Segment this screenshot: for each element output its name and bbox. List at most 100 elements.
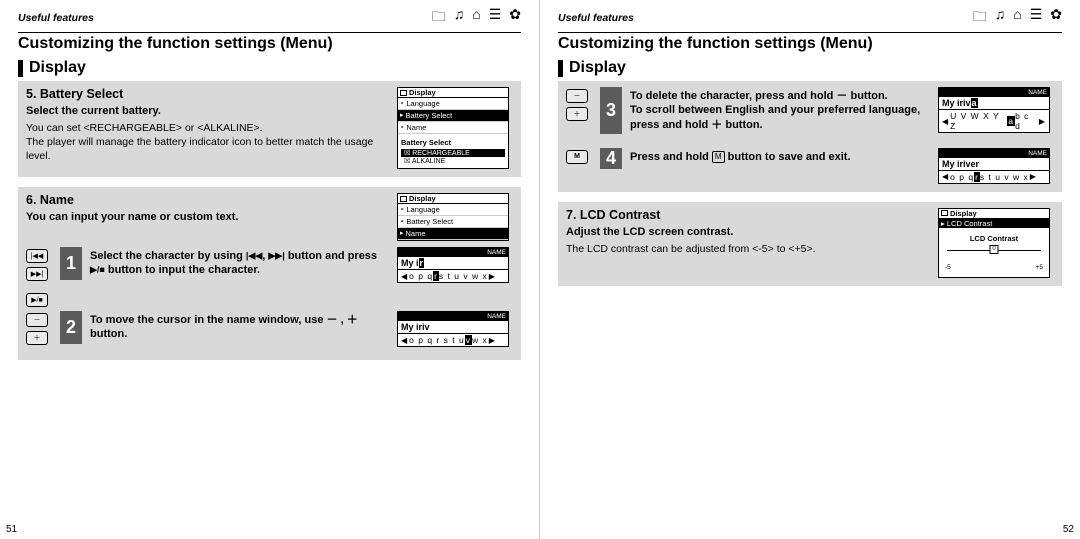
name-subtitle: You can input your name or custom text.	[26, 211, 387, 223]
cursor: r	[419, 258, 425, 268]
lcd-label: NAME	[398, 312, 508, 321]
heading-text: Display	[29, 59, 86, 77]
music-icon: ♫	[995, 6, 1006, 30]
section-name: 6. Name You can input your name or custo…	[18, 187, 521, 360]
lcd-header: Display	[409, 88, 436, 97]
step4-row: M 4 Press and hold M button to save and …	[566, 148, 1054, 184]
step-text: To delete the character, press and hold …	[630, 87, 930, 134]
left-arrow-icon: ◀	[401, 336, 408, 345]
display-icon	[400, 90, 407, 96]
plus-button[interactable]: ＋	[566, 107, 588, 121]
page-title: Customizing the function settings (Menu)	[18, 35, 521, 53]
step-text: Select the character by using |◀◀, ▶▶| b…	[90, 247, 389, 280]
right-arrow-icon: ▶	[1039, 117, 1046, 126]
hl-char: r	[433, 271, 439, 281]
cursor: a	[971, 98, 978, 108]
gauge-max: +5	[1036, 264, 1043, 271]
m-button[interactable]: M	[566, 150, 588, 164]
value: My iriver	[942, 159, 979, 169]
section-battery-select: 5. Battery Select Select the current bat…	[18, 81, 521, 177]
step-number: 2	[60, 311, 82, 344]
prev-button[interactable]: |◀◀	[26, 249, 48, 263]
top-icons: 🗀 ♫ ⌂ ☰ ✿	[432, 6, 521, 30]
lcd-sub-item: RECHARGEABLE	[412, 150, 470, 157]
contrast-title: 7. LCD Contrast	[566, 208, 928, 222]
step1-row: |◀◀ ▶▶| ▶/■ 1 Select the character by us…	[26, 247, 513, 307]
lcd-item: Language	[406, 98, 439, 109]
gear-icon: ✿	[1050, 6, 1062, 30]
top-bar: Useful features 🗀 ♫ ⌂ ☰ ✿	[18, 6, 521, 33]
contrast-subtitle: Adjust the LCD screen contrast.	[566, 226, 928, 238]
page-number: 51	[6, 524, 17, 535]
top-icons: 🗀 ♫ ⌂ ☰ ✿	[973, 6, 1062, 30]
step1-lcd: NAME My ir ◀ o p q r s t u v w x ▶	[397, 247, 509, 283]
step2-lcd: NAME My iriv ◀ o p q r s t u v w x ▶	[397, 311, 509, 347]
lcd-header: Display	[950, 209, 977, 218]
step-4: 4 Press and hold M button to save and ex…	[600, 148, 930, 169]
lcd-header: Display	[409, 194, 436, 203]
lcd-item: Battery Select	[406, 110, 453, 121]
minus-button[interactable]: －	[566, 89, 588, 103]
lcd-item: Name	[406, 122, 426, 133]
gauge-title: LCD Contrast	[943, 234, 1045, 243]
list-icon: ☰	[489, 6, 502, 30]
lcd-item: Name	[406, 228, 426, 239]
text: Press and hold	[630, 151, 712, 163]
lcd-sub-title: Battery Select	[401, 138, 505, 147]
value-prefix: My iriv	[401, 322, 430, 332]
step2-row: － ＋ 2 To move the cursor in the name win…	[26, 311, 513, 352]
section-lcd-contrast: 7. LCD Contrast Adjust the LCD screen co…	[558, 202, 1062, 286]
text: button to save and exit.	[725, 151, 851, 163]
left-arrow-icon: ◀	[942, 172, 949, 181]
battery-body1: You can set <RECHARGEABLE> or <ALKALINE>…	[26, 121, 387, 135]
folder-icon: 🗀	[973, 6, 987, 30]
gear-icon: ✿	[509, 6, 521, 30]
minus-symbol: －	[836, 90, 847, 102]
text: To move the cursor in the name window, u…	[90, 314, 327, 326]
text: To scroll between English and your prefe…	[630, 104, 920, 130]
step-3: 3 To delete the character, press and hol…	[600, 87, 930, 134]
text: button and press	[285, 250, 377, 262]
folder-icon: 🗀	[432, 6, 446, 30]
minus-button[interactable]: －	[26, 313, 48, 327]
hl-char: a	[1007, 116, 1015, 126]
right-arrow-icon: ▶	[1030, 172, 1037, 181]
lcd-sub-item: ALKALINE	[412, 158, 445, 165]
lcd-selected: LCD Contrast	[947, 219, 992, 228]
page-number: 52	[1063, 524, 1074, 535]
step3-lcd: NAME My iriva ◀ U V W X Y Z a b c d ▶	[938, 87, 1050, 133]
value-prefix: My i	[401, 258, 419, 268]
lcd-label: NAME	[939, 88, 1049, 97]
step-2: 2 To move the cursor in the name window,…	[60, 311, 389, 344]
hl-char: v	[465, 335, 472, 345]
heading-bar	[18, 60, 23, 77]
display-icon	[941, 210, 948, 216]
step3-row: － ＋ 3 To delete the character, press and…	[566, 87, 1054, 142]
playstop-button[interactable]: ▶/■	[26, 293, 48, 307]
contrast-lcd: Display ▸ LCD Contrast LCD Contrast 0 -5	[938, 208, 1050, 278]
playstop-icon: ▶/■	[90, 265, 105, 275]
section-heading: Display	[18, 59, 521, 77]
right-arrow-icon: ▶	[489, 336, 496, 345]
battery-subtitle: Select the current battery.	[26, 105, 387, 117]
section-heading: Display	[558, 59, 1062, 77]
page-left: Useful features 🗀 ♫ ⌂ ☰ ✿ Customizing th…	[0, 0, 540, 539]
step4-lcd: NAME My iriver ◀ o p q r s t u v w x ▶	[938, 148, 1050, 184]
text: button.	[847, 90, 887, 102]
value-prefix: My iriv	[942, 98, 971, 108]
name-title: 6. Name	[26, 193, 387, 207]
battery-title: 5. Battery Select	[26, 87, 387, 101]
home-icon: ⌂	[472, 6, 480, 30]
text: Select the character by using	[90, 250, 246, 262]
step-1: 1 Select the character by using |◀◀, ▶▶|…	[60, 247, 389, 280]
home-icon: ⌂	[1013, 6, 1021, 30]
breadcrumb: Useful features	[18, 12, 94, 24]
plus-button[interactable]: ＋	[26, 331, 48, 345]
lcd-label: NAME	[398, 248, 508, 257]
m-key: M	[712, 151, 725, 163]
hl-char: r	[974, 172, 980, 182]
heading-bar	[558, 60, 563, 77]
next-button[interactable]: ▶▶|	[26, 267, 48, 281]
page-title: Customizing the function settings (Menu)	[558, 35, 1062, 53]
breadcrumb: Useful features	[558, 12, 634, 24]
